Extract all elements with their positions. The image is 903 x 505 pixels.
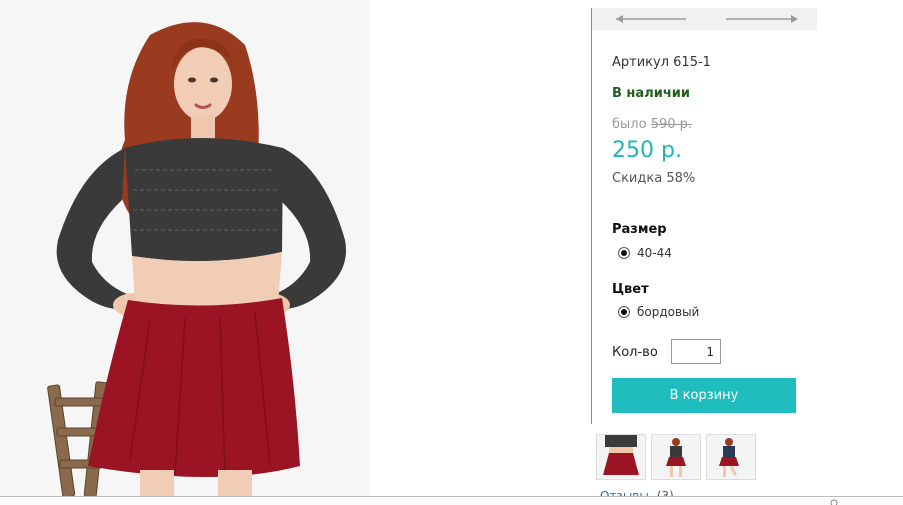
product-photo[interactable] bbox=[0, 0, 370, 497]
arrow-left-icon[interactable] bbox=[612, 11, 692, 27]
color-option[interactable]: бордовый bbox=[618, 305, 699, 319]
radio-selected-icon[interactable] bbox=[618, 247, 630, 259]
color-title: Цвет bbox=[612, 282, 649, 297]
current-price: 250 р. bbox=[612, 138, 682, 163]
old-price-prefix: было bbox=[612, 117, 647, 132]
size-option[interactable]: 40-44 bbox=[618, 246, 672, 260]
arrow-right-icon[interactable] bbox=[722, 11, 802, 27]
gallery-navigation bbox=[592, 8, 817, 30]
color-option-label: бордовый bbox=[637, 305, 700, 319]
product-sku: Артикул 615-1 bbox=[612, 55, 711, 70]
old-price: было 590 р. bbox=[612, 117, 692, 132]
stock-status: В наличии bbox=[612, 86, 690, 101]
quantity-label: Кол-во bbox=[612, 345, 658, 360]
search-icon[interactable] bbox=[830, 499, 840, 505]
quantity-input[interactable] bbox=[671, 339, 721, 364]
add-to-cart-button[interactable]: В корзину bbox=[612, 378, 796, 413]
discount-label: Скидка 58% bbox=[612, 171, 696, 186]
thumbnail-strip bbox=[596, 434, 756, 480]
thumbnail-2[interactable] bbox=[651, 434, 701, 480]
size-title: Размер bbox=[612, 222, 667, 237]
radio-selected-icon[interactable] bbox=[618, 306, 630, 318]
model-illustration bbox=[0, 0, 370, 497]
product-info-panel: Артикул 615-1 В наличии было 590 р. 250 … bbox=[591, 8, 817, 424]
bottom-bar bbox=[0, 497, 903, 505]
size-option-label: 40-44 bbox=[637, 246, 672, 260]
thumbnail-1[interactable] bbox=[596, 434, 646, 480]
old-price-value: 590 р. bbox=[650, 117, 693, 132]
thumbnail-3[interactable] bbox=[706, 434, 756, 480]
